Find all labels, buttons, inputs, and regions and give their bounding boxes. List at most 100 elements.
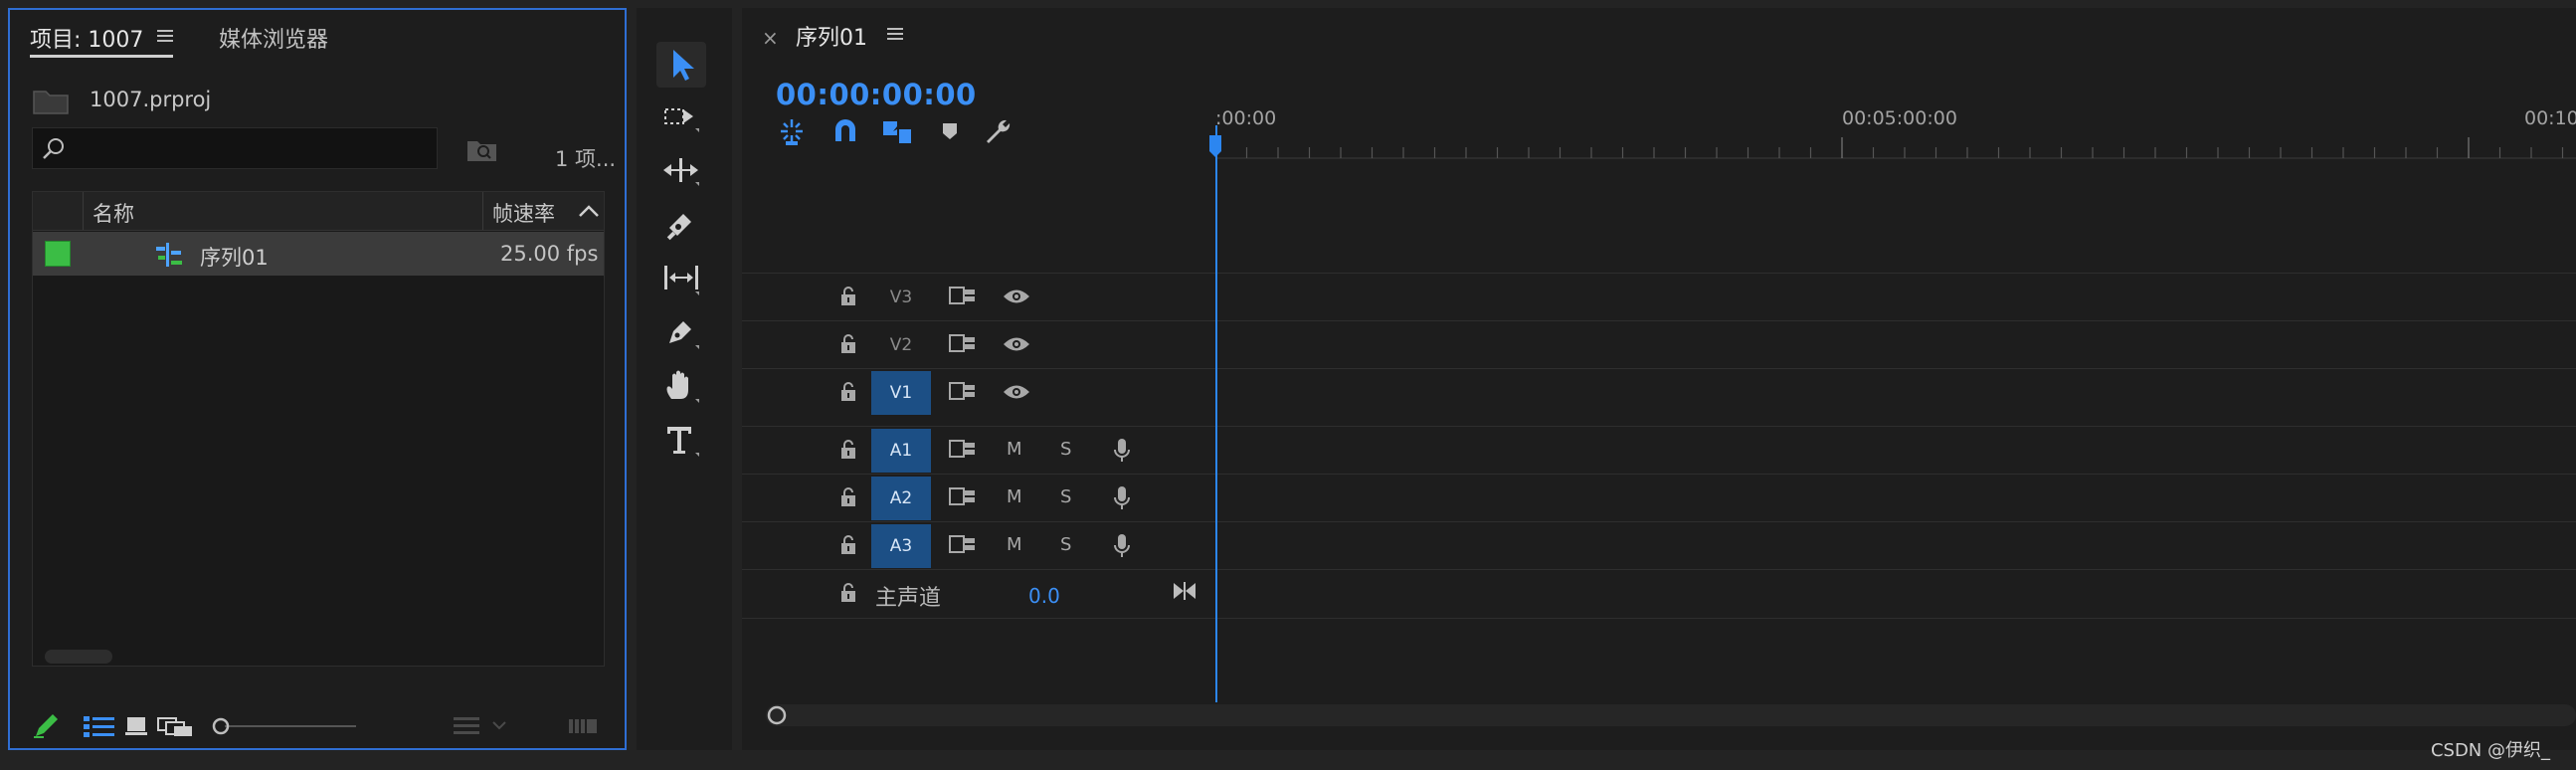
panel-menu-icon[interactable] — [887, 26, 905, 42]
ruler-label: 00:10 — [2524, 107, 2576, 129]
track-id-v1[interactable]: V1 — [871, 371, 931, 415]
microphone-icon[interactable] — [1112, 484, 1132, 512]
microphone-icon[interactable] — [1112, 437, 1132, 465]
search-input[interactable] — [73, 132, 435, 166]
chevron-up-icon[interactable] — [578, 204, 600, 218]
sync-lock-icon[interactable] — [949, 333, 977, 355]
panel-menu-icon[interactable] — [157, 28, 175, 44]
search-icon — [41, 136, 67, 162]
column-header-fps[interactable]: 帧速率 — [492, 198, 555, 228]
mute-button[interactable]: M — [1007, 486, 1022, 507]
time-ruler[interactable]: :00:00 00:05:00:00 00:10 — [1209, 96, 2576, 159]
solo-button[interactable]: S — [1060, 534, 1071, 555]
pen-tool[interactable] — [656, 310, 706, 356]
header-divider — [482, 192, 483, 230]
wrench-icon[interactable] — [983, 115, 1016, 149]
nest-sequence-icon[interactable] — [776, 115, 810, 149]
sync-lock-icon[interactable] — [949, 381, 977, 403]
project-bottom-toolbar — [32, 704, 629, 746]
arrow-icon — [673, 50, 694, 81]
mute-button[interactable]: M — [1007, 534, 1022, 555]
tab-project[interactable]: 项目: 1007 — [30, 22, 143, 54]
master-track-label: 主声道 — [875, 586, 942, 611]
add-marker-icon[interactable] — [939, 115, 963, 149]
watermark-text: CSDN @伊织_ — [2430, 740, 2550, 761]
horizontal-scrollbar[interactable] — [45, 650, 112, 664]
sync-lock-icon[interactable] — [949, 286, 977, 307]
project-list: 名称 帧速率 序列01 25.00 fps — [32, 191, 605, 667]
slip-tool[interactable] — [656, 257, 706, 302]
track-id-v3[interactable]: V3 — [871, 276, 931, 319]
hand-tool[interactable] — [656, 364, 706, 410]
solo-button[interactable]: S — [1060, 439, 1071, 460]
track-select-forward-icon — [664, 108, 699, 132]
lock-icon[interactable] — [839, 486, 857, 508]
tab-sequence[interactable]: 序列01 — [796, 20, 867, 52]
list-header: 名称 帧速率 — [33, 192, 604, 231]
list-item-sequence[interactable]: 序列01 25.00 fps — [33, 232, 604, 276]
column-header-name[interactable]: 名称 — [92, 198, 134, 228]
type-icon — [667, 427, 699, 457]
sequence-fps: 25.00 fps — [500, 242, 599, 266]
freeform-view-icon[interactable] — [157, 714, 197, 738]
tools-panel — [637, 8, 732, 750]
lock-icon[interactable] — [839, 534, 857, 556]
timeline-horizontal-scrollbar[interactable] — [766, 704, 2576, 726]
track-id-v2[interactable]: V2 — [871, 323, 931, 367]
track-id-a1[interactable]: A1 — [871, 429, 931, 473]
project-file-name: 1007.prproj — [90, 88, 212, 111]
ruler-label: :00:00 — [1215, 107, 1277, 129]
sync-lock-icon[interactable] — [949, 534, 977, 556]
lock-icon[interactable] — [839, 439, 857, 461]
track-select-forward-tool[interactable] — [656, 96, 706, 141]
master-volume-value[interactable]: 0.0 — [1028, 584, 1060, 608]
close-icon[interactable]: × — [762, 26, 779, 50]
find-bin-icon[interactable] — [465, 137, 499, 163]
icon-view-icon[interactable] — [123, 714, 149, 738]
active-tab-underline — [30, 55, 173, 58]
track-id-a3[interactable]: A3 — [871, 524, 931, 568]
eye-icon[interactable] — [1003, 382, 1030, 402]
pen-icon — [669, 321, 699, 349]
header-divider — [83, 192, 84, 230]
zoom-slider[interactable] — [211, 716, 360, 736]
pencil-icon[interactable] — [32, 712, 62, 740]
sort-icons-icon[interactable] — [454, 714, 513, 738]
lock-icon[interactable] — [839, 286, 857, 307]
search-box — [32, 127, 438, 169]
eye-icon[interactable] — [1003, 334, 1030, 354]
razor-tool[interactable] — [656, 203, 706, 249]
sequence-name: 序列01 — [200, 246, 269, 270]
microphone-icon[interactable] — [1112, 532, 1132, 560]
snap-magnet-icon[interactable] — [829, 115, 861, 149]
lock-icon[interactable] — [839, 582, 857, 604]
go-to-master-icon[interactable] — [1172, 580, 1197, 602]
ripple-edit-tool[interactable] — [656, 149, 706, 195]
project-panel: 项目: 1007 媒体浏览器 1007.prproj 1 项... 名称 帧速率 — [8, 8, 627, 750]
eye-icon[interactable] — [1003, 287, 1030, 306]
slip-icon — [664, 266, 699, 295]
sync-lock-icon[interactable] — [949, 439, 977, 461]
track-row-a1: A1 M S — [742, 426, 2576, 474]
mute-button[interactable]: M — [1007, 439, 1022, 460]
track-id-a2[interactable]: A2 — [871, 477, 931, 520]
track-row-a3: A3 M S — [742, 521, 2576, 569]
playhead-line[interactable] — [1215, 125, 1217, 702]
scroll-zoom-handle[interactable] — [766, 704, 788, 726]
tab-media-browser[interactable]: 媒体浏览器 — [219, 22, 328, 54]
linked-selection-icon[interactable] — [881, 115, 915, 149]
playhead-timecode[interactable]: 00:00:00:00 — [776, 78, 977, 111]
type-tool[interactable] — [656, 418, 706, 464]
automate-to-sequence-icon[interactable] — [569, 716, 603, 736]
sync-lock-icon[interactable] — [949, 486, 977, 508]
solo-button[interactable]: S — [1060, 486, 1071, 507]
razor-icon — [666, 214, 691, 241]
selection-tool[interactable] — [656, 42, 706, 88]
label-color-swatch[interactable] — [45, 241, 71, 267]
list-view-icon[interactable] — [84, 714, 117, 738]
lock-icon[interactable] — [839, 381, 857, 403]
track-row-master: 主声道 0.0 — [742, 569, 2576, 619]
track-row-v1: V1 — [742, 368, 2576, 416]
lock-icon[interactable] — [839, 333, 857, 355]
item-count: 1 项... — [555, 147, 617, 171]
